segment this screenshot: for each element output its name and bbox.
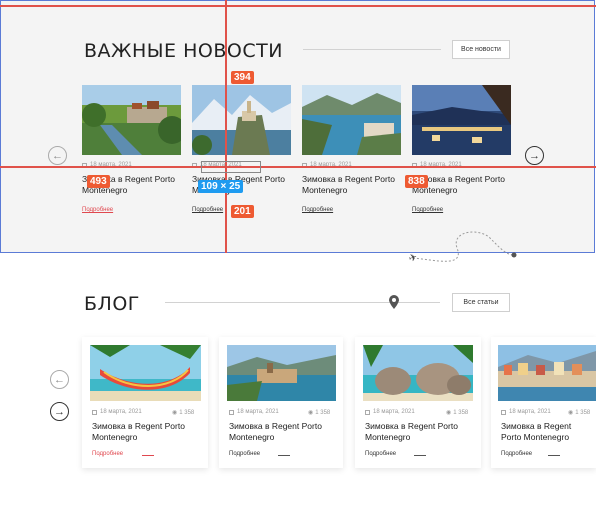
all-articles-button[interactable]: Все статьи: [452, 293, 510, 312]
blog-card-3-date: 18 марта, 2021: [365, 409, 415, 415]
blog-title: БЛОГ: [84, 293, 140, 315]
news-title: ВАЖНЫЕ НОВОСТИ: [84, 40, 283, 62]
rocks-beach-image: [363, 345, 473, 401]
calendar-icon: [229, 409, 234, 415]
selection-box: [201, 161, 261, 173]
measure-tag-bottom: 201: [231, 205, 254, 218]
guide-line-middle: [0, 166, 596, 168]
eye-icon: ◉: [172, 410, 178, 416]
measure-tag-left: 493: [87, 175, 110, 188]
news-card-1-photo[interactable]: [82, 85, 181, 155]
blog-card-4-views: ◉ 1 358: [568, 409, 591, 417]
hammock-image: [90, 345, 201, 401]
blog-card-3-more-link[interactable]: Подробнее: [365, 451, 396, 457]
blog-card-2-title[interactable]: Зимовка в Regent Porto Montenegro: [229, 421, 339, 442]
arrow-right-icon: →: [529, 149, 540, 162]
guide-line-vertical: [225, 0, 227, 253]
blog-card-1-views: ◉ 1 358: [172, 409, 195, 417]
blog-card-2-more-link[interactable]: Подробнее: [229, 451, 260, 457]
eye-icon: ◉: [446, 410, 452, 416]
news-card-3-title[interactable]: Зимовка в Regent Porto Montenegro: [302, 174, 412, 195]
coast-town-image: [227, 345, 336, 401]
news-card-4-more-link[interactable]: Подробнее: [412, 207, 443, 213]
river-town-image: [82, 85, 181, 155]
blog-card-4-title[interactable]: Зимовка в Regent Porto Montenegro: [501, 421, 593, 442]
eye-icon: ◉: [568, 410, 574, 416]
blog-card-4-arrow-icon: [548, 455, 560, 456]
news-title-divider: [303, 49, 441, 50]
blog-card-3-arrow-icon: [414, 455, 426, 456]
arrow-right-icon: →: [54, 405, 65, 418]
measure-size-tag: 109 × 25: [198, 180, 244, 193]
all-news-button[interactable]: Все новости: [452, 40, 510, 59]
blog-card-2-photo[interactable]: [227, 345, 336, 401]
blog-card-2-views: ◉ 1 358: [308, 409, 331, 417]
guide-line-top: [0, 5, 596, 7]
blog-card-4-date: 18 марта, 2021: [501, 409, 551, 415]
calendar-icon: [92, 409, 97, 415]
blog-card-3-views: ◉ 1 358: [446, 409, 469, 417]
blog-prev-button[interactable]: ←: [50, 370, 69, 389]
calendar-icon: [365, 409, 370, 415]
bay-coast-image: [302, 85, 401, 155]
news-card-3-photo[interactable]: [302, 85, 401, 155]
blog-next-button[interactable]: →: [50, 402, 69, 421]
blog-card-3-photo[interactable]: [363, 345, 473, 401]
news-card-4-title[interactable]: Зимовка в Regent Porto Montenegro: [412, 174, 522, 195]
calendar-icon: [501, 409, 506, 415]
news-card-1-more-link[interactable]: Подробнее: [82, 207, 113, 213]
lake-church-image: [192, 85, 291, 155]
flight-path-decoration: [412, 231, 517, 262]
news-card-4-photo[interactable]: [412, 85, 511, 155]
blog-card-2-arrow-icon: [278, 455, 290, 456]
blog-card-3-title[interactable]: Зимовка в Regent Porto Montenegro: [365, 421, 475, 442]
blog-card-1-date: 18 марта, 2021: [92, 409, 142, 415]
blog-card-2-date: 18 марта, 2021: [229, 409, 279, 415]
blog-card-1-photo[interactable]: [90, 345, 201, 401]
news-card-2-photo[interactable]: [192, 85, 291, 155]
blog-card-4-more-link[interactable]: Подробнее: [501, 451, 532, 457]
harbor-image: [498, 345, 596, 401]
news-prev-button[interactable]: ←: [48, 146, 67, 165]
blog-card-1-title[interactable]: Зимовка в Regent Porto Montenegro: [92, 421, 202, 442]
blog-card-4-photo[interactable]: [498, 345, 596, 401]
arrow-left-icon: ←: [52, 149, 63, 162]
location-pin-icon: [389, 295, 399, 309]
measure-tag-right: 838: [405, 175, 428, 188]
news-card-3-more-link[interactable]: Подробнее: [302, 207, 333, 213]
eye-icon: ◉: [308, 410, 314, 416]
news-card-2-more-link[interactable]: Подробнее: [192, 207, 223, 213]
night-terrace-image: [412, 85, 511, 155]
news-next-button[interactable]: →: [525, 146, 544, 165]
measure-tag-top: 394: [231, 71, 254, 84]
arrow-left-icon: ←: [54, 373, 65, 386]
blog-card-1-more-link[interactable]: Подробнее: [92, 451, 123, 457]
blog-card-1-arrow-icon: [142, 455, 154, 456]
